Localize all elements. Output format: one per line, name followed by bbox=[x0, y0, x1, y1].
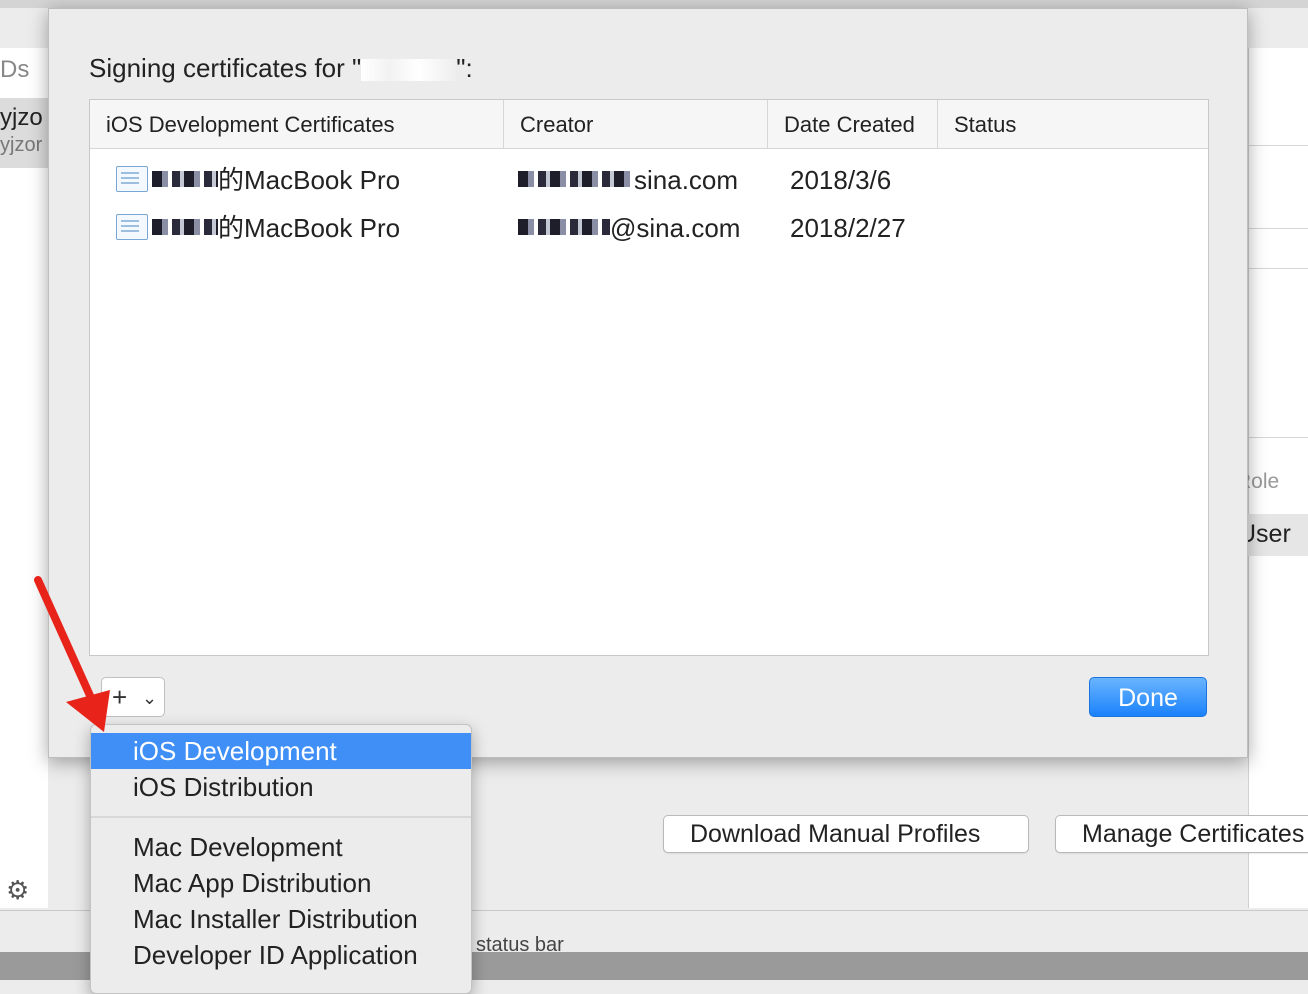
menu-item-ios-development[interactable]: iOS Development bbox=[91, 733, 471, 769]
redacted-text bbox=[518, 219, 610, 236]
download-manual-profiles-button[interactable]: Download Manual Profiles bbox=[663, 815, 1029, 853]
table-row[interactable]: 的MacBook Pro sina.com 2018/3/6 bbox=[90, 154, 1208, 202]
certificate-name-cell: 的MacBook Pro bbox=[116, 202, 400, 250]
menu-item-mac-app-distribution[interactable]: Mac App Distribution bbox=[91, 865, 471, 901]
certificate-icon bbox=[116, 214, 148, 241]
menu-item-mac-development[interactable]: Mac Development bbox=[91, 829, 471, 865]
date-created-cell: 2018/2/27 bbox=[790, 213, 906, 243]
plus-icon: + bbox=[112, 682, 128, 712]
redacted-text bbox=[152, 219, 218, 236]
chevron-down-icon: ⌄ bbox=[142, 688, 158, 708]
sidebar-account-sub: yjzor bbox=[0, 134, 43, 156]
creator-email: sina.com bbox=[634, 165, 739, 195]
certificate-type-menu: iOS Development iOS Distribution Mac Dev… bbox=[90, 724, 472, 994]
table-row[interactable]: 的MacBook Pro @sina.com 2018/2/27 bbox=[90, 202, 1208, 250]
divider bbox=[1248, 268, 1308, 269]
certificate-name: 的MacBook Pro bbox=[218, 165, 401, 195]
left-sidebar bbox=[0, 48, 48, 908]
redacted-text bbox=[518, 171, 634, 188]
certificate-name-cell: 的MacBook Pro bbox=[116, 154, 400, 202]
redacted-text bbox=[152, 171, 218, 188]
redacted-team-name bbox=[361, 59, 457, 82]
sidebar-account-name: yjzo bbox=[0, 104, 43, 131]
creator-cell: sina.com bbox=[518, 154, 738, 202]
signing-certificates-sheet: Signing certificates for " ": iOS Develop… bbox=[48, 8, 1248, 758]
column-header-date-created[interactable]: Date Created bbox=[768, 100, 938, 148]
divider bbox=[1248, 437, 1308, 438]
add-certificate-button[interactable]: + ⌄ bbox=[101, 677, 165, 717]
divider bbox=[1248, 145, 1308, 146]
sidebar-header: Ds bbox=[0, 56, 30, 83]
column-header-status[interactable]: Status bbox=[938, 100, 1208, 148]
date-created-cell: 2018/3/6 bbox=[790, 165, 892, 195]
table-header: iOS Development Certificates Creator Dat… bbox=[90, 100, 1208, 149]
menu-item-clipped[interactable] bbox=[91, 973, 471, 993]
sheet-title-suffix: ": bbox=[456, 53, 473, 83]
menu-item-developer-id-application[interactable]: Developer ID Application bbox=[91, 937, 471, 973]
creator-cell: @sina.com bbox=[518, 202, 740, 250]
menu-separator bbox=[91, 816, 471, 818]
column-header-certificates[interactable]: iOS Development Certificates bbox=[90, 100, 504, 148]
certificate-icon bbox=[116, 166, 148, 193]
manage-certificates-button[interactable]: Manage Certificates bbox=[1055, 815, 1308, 853]
column-header-creator[interactable]: Creator bbox=[504, 100, 768, 148]
sheet-title: Signing certificates for " ": bbox=[89, 53, 473, 84]
gear-icon[interactable]: ⚙ bbox=[6, 876, 34, 904]
done-button[interactable]: Done bbox=[1089, 677, 1207, 717]
window-top-bar bbox=[0, 0, 1308, 8]
sheet-title-prefix: Signing certificates for " bbox=[89, 53, 362, 83]
certificates-table: iOS Development Certificates Creator Dat… bbox=[89, 99, 1209, 656]
menu-item-ios-distribution[interactable]: iOS Distribution bbox=[91, 769, 471, 805]
certificate-name: 的MacBook Pro bbox=[218, 213, 401, 243]
menu-item-mac-installer-distribution[interactable]: Mac Installer Distribution bbox=[91, 901, 471, 937]
divider bbox=[1248, 228, 1308, 229]
creator-email: @sina.com bbox=[610, 213, 741, 243]
